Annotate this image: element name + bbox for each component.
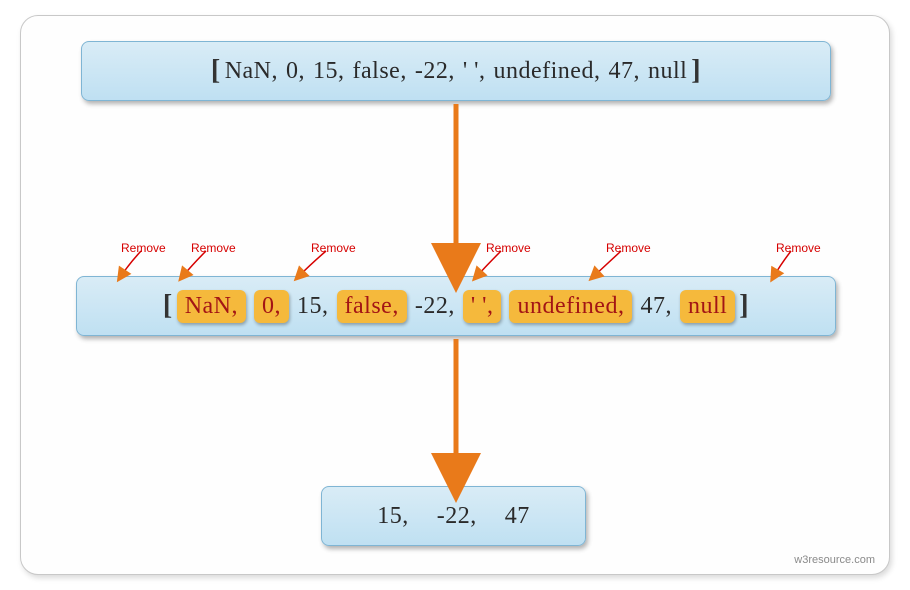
bracket-close: ] [691,55,701,87]
input-item: null [648,58,687,85]
annotated-item-15: 15, [297,293,329,320]
annotated-item-empty: ' ', [463,290,502,323]
diagram-frame: [ NaN, 0, 15, false, -22, ' ', undefined… [20,15,890,575]
input-item: 47, [608,58,640,85]
bracket-open: [ [163,290,173,322]
annotated-item-undefined: undefined, [509,290,632,323]
input-item: false, [353,58,407,85]
annotated-item-nan: NaN, [177,290,246,323]
annotated-item-neg22: -22, [415,293,455,320]
input-array-box: [ NaN, 0, 15, false, -22, ' ', undefined… [81,41,831,101]
bracket-open: [ [211,55,221,87]
result-item: 47 [505,503,530,530]
annotated-item-false: false, [337,290,407,323]
annotated-array-box: [ NaN, 0, 15, false, -22, ' ', undefined… [76,276,836,336]
remove-label: Remove [191,241,236,255]
annotated-item-zero: 0, [254,290,289,323]
input-item: ' ', [463,58,486,85]
result-item: -22, [437,503,477,530]
remove-label: Remove [311,241,356,255]
result-item: 15, [377,503,409,530]
input-item: -22, [415,58,455,85]
remove-label: Remove [776,241,821,255]
remove-label: Remove [121,241,166,255]
remove-label: Remove [486,241,531,255]
bracket-close: ] [739,290,749,322]
input-item: 15, [313,58,345,85]
input-item: 0, [286,58,305,85]
input-item: undefined, [493,58,600,85]
annotated-item-47: 47, [640,293,672,320]
result-array-box: 15, -22, 47 [321,486,586,546]
input-item: NaN, [225,58,278,85]
remove-label: Remove [606,241,651,255]
attribution-text: w3resource.com [794,554,875,566]
annotated-item-null: null [680,290,735,323]
